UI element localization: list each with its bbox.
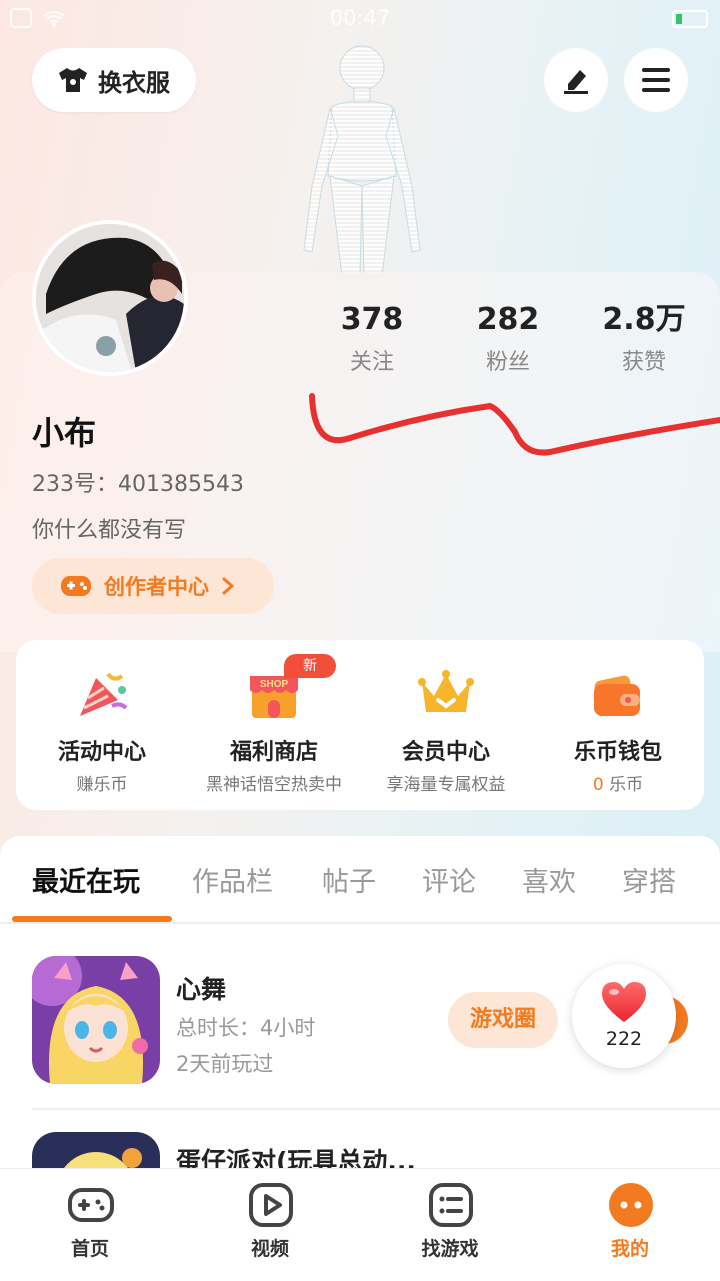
feature-subtitle: 享海量专属权益 [386,775,506,795]
divider [32,1108,720,1110]
user-id[interactable]: 233号：401385543 [32,466,244,498]
game-artwork [32,1132,160,1168]
tshirt-icon [59,68,87,92]
game-duration: 总时长：4小时 [176,1016,316,1040]
tab-outfits[interactable]: 穿搭 [622,860,676,899]
nav-video[interactable]: 视频 [180,1168,360,1280]
crown-icon [418,670,474,712]
feature-title: 活动中心 [57,740,146,765]
nav-me[interactable]: 我的 [540,1168,720,1280]
avatar-figure[interactable] [290,36,430,276]
floating-like-button[interactable]: 222 [572,964,676,1068]
creator-center-label: 创作者中心 [104,575,209,599]
game-circle-button[interactable]: 游戏圈 [448,992,558,1048]
heart-icon [602,982,646,1022]
party-horn-icon [80,672,128,716]
tab-recently-played[interactable]: 最近在玩 [32,860,140,899]
divider [0,922,720,924]
change-clothes-label: 换衣服 [98,68,170,97]
stat-value: 2.8万 [602,302,686,337]
play-icon [249,1183,293,1227]
stat-followers[interactable]: 282 粉丝 [440,300,576,376]
tab-works[interactable]: 作品栏 [192,860,273,899]
game-icon[interactable] [32,1132,160,1168]
bio[interactable]: 你什么都没有写 [32,512,186,544]
red-scribble-annotation [309,393,720,456]
nav-label: 视频 [250,1238,289,1260]
coin-unit: 乐币 [609,775,644,795]
status-time: 00:47 [329,6,391,30]
tab-comments[interactable]: 评论 [422,860,476,899]
stat-following[interactable]: 378 关注 [304,300,440,376]
nav-label: 我的 [610,1238,649,1260]
game-artwork [32,956,160,1084]
game-title: 蛋仔派对(玩具总动... [176,1147,416,1168]
coin-balance: 0 [592,775,604,795]
edit-profile-button[interactable] [544,48,608,112]
nav-label: 首页 [70,1238,109,1260]
gamepad-icon [68,1188,114,1222]
profile-stats: 378 关注 282 粉丝 2.8万 获赞 [304,300,720,376]
avatar[interactable] [32,220,188,376]
feature-coin-wallet[interactable]: 乐币钱包 0 乐币 [532,640,704,810]
like-count: 222 [605,1028,643,1050]
menu-button[interactable] [624,48,688,112]
game-title: 心舞 [176,975,227,1004]
feature-title: 福利商店 [229,740,318,765]
stat-label: 关注 [349,350,394,375]
feature-title: 乐币钱包 [573,740,662,765]
game-icon[interactable] [32,956,160,1084]
wallet-icon [594,675,640,716]
list-icon [429,1183,473,1227]
change-clothes-button[interactable]: 换衣服 [32,48,196,112]
stat-value: 378 [340,302,404,337]
stat-label: 获赞 [621,350,666,375]
status-bar: 00:47 [0,0,720,40]
username: 小布 [32,414,97,452]
stat-likes[interactable]: 2.8万 获赞 [576,300,712,376]
feature-member-center[interactable]: 会员中心 享海量专属权益 [360,640,532,810]
feature-subtitle: 赚乐币 [76,775,128,795]
svg-text:SHOP: SHOP [260,679,289,690]
game-list-item[interactable]: 蛋仔派对(玩具总动... [0,1116,720,1168]
pen-icon [564,70,588,94]
hamburger-icon [642,68,670,92]
tab-likes[interactable]: 喜欢 [522,860,576,899]
feature-panel: 活动中心 赚乐币 SHOP 福利商店 黑神话悟空热卖中 会员中心 享海量专属权益 [16,640,704,810]
nav-home[interactable]: 首页 [0,1168,180,1280]
feature-subtitle: 0 乐币 [532,770,704,795]
gamepad-icon [61,576,91,596]
avatar-photo [36,224,184,372]
battery-icon [672,10,708,28]
tab-posts[interactable]: 帖子 [322,860,376,899]
face-icon [609,1183,653,1227]
nav-find-games[interactable]: 找游戏 [360,1168,540,1280]
new-badge: 新 [284,654,336,678]
feature-subtitle: 黑神话悟空热卖中 [206,775,342,795]
stat-label: 粉丝 [485,350,530,375]
feature-title: 会员中心 [401,740,490,765]
nav-label: 找游戏 [421,1238,479,1260]
game-last-played: 2天前玩过 [176,1052,274,1076]
chevron-right-icon [222,577,234,595]
feature-activity-center[interactable]: 活动中心 赚乐币 [16,640,188,810]
creator-center-button[interactable]: 创作者中心 [32,558,274,614]
stat-value: 282 [476,302,540,337]
